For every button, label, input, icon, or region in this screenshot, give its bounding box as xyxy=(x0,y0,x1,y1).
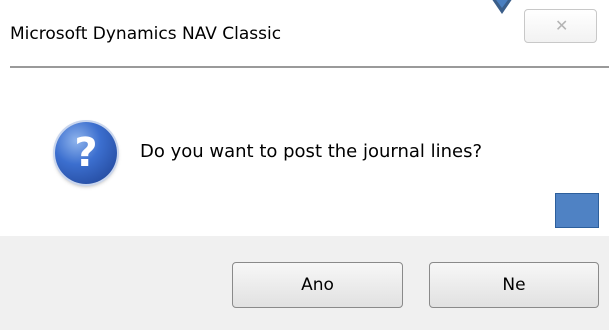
question-mark-glyph: ? xyxy=(74,130,98,176)
blue-marker xyxy=(555,193,599,228)
close-button[interactable]: ✕ xyxy=(524,9,597,43)
title-bar: Microsoft Dynamics NAV Classic ✕ xyxy=(0,0,609,68)
message-dialog: Microsoft Dynamics NAV Classic ✕ ? Do yo… xyxy=(0,0,609,330)
pin-icon xyxy=(487,0,517,14)
window-title: Microsoft Dynamics NAV Classic xyxy=(10,24,282,44)
close-icon: ✕ xyxy=(555,16,569,35)
message-text: Do you want to post the journal lines? xyxy=(140,141,483,162)
button-bar: Ano Ne xyxy=(0,236,609,330)
question-icon: ? xyxy=(55,122,117,184)
no-button[interactable]: Ne xyxy=(429,262,599,308)
yes-button[interactable]: Ano xyxy=(232,262,403,308)
title-divider xyxy=(10,66,609,68)
